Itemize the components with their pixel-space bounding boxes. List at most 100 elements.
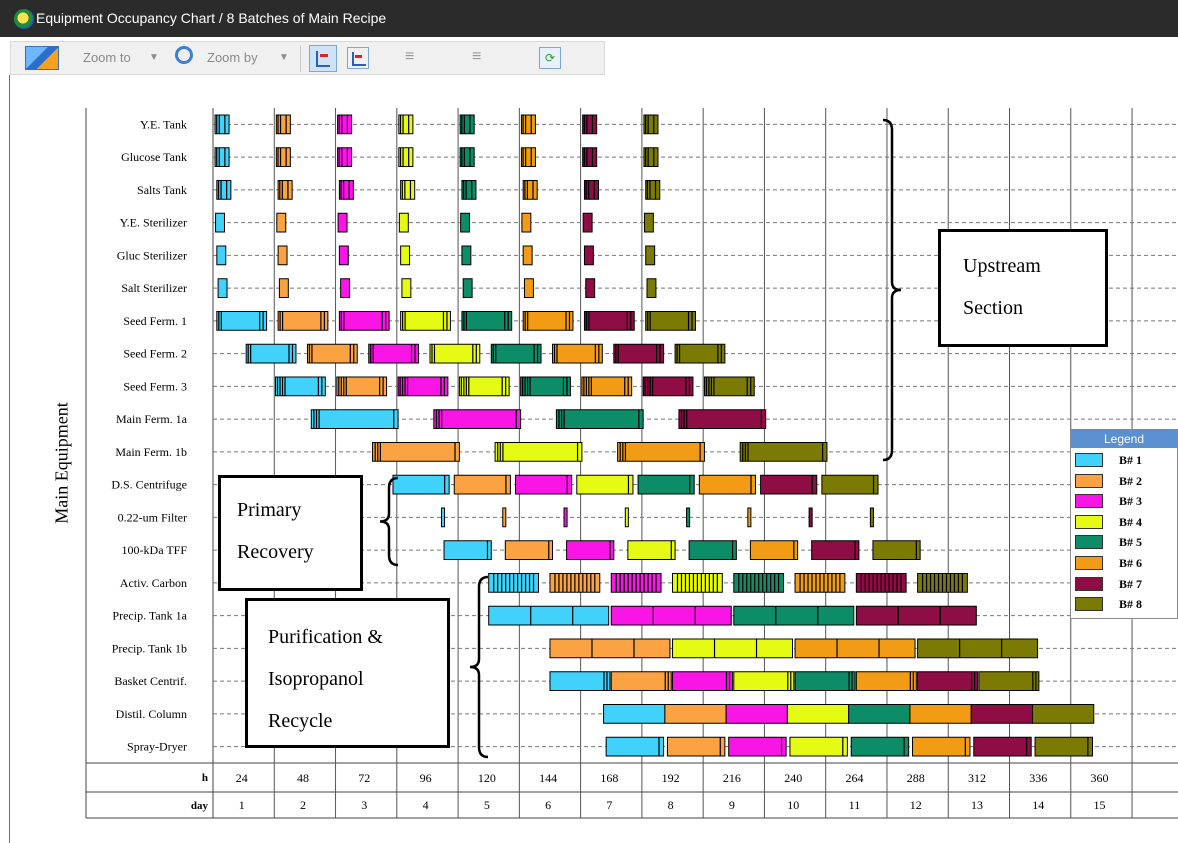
x-tick-label: 72 — [358, 771, 370, 785]
equipment-occupancy-chart: Y.E. Tank Glucose Tank Salts Tank Y.E. Ster… — [85, 108, 1178, 819]
legend-label: B# 6 — [1119, 556, 1143, 570]
occupancy-bar — [733, 605, 855, 626]
day-tick-label: 12 — [910, 798, 922, 812]
occupancy-bar — [739, 442, 828, 462]
occupancy-bar — [549, 671, 611, 691]
occupancy-bar — [563, 507, 568, 528]
primary-line-2: Recovery — [237, 541, 314, 563]
legend-swatch — [1075, 494, 1103, 509]
x-tick-label: 336 — [1029, 771, 1047, 785]
day-tick-label: 15 — [1094, 798, 1106, 812]
day-tick-label: 5 — [484, 798, 490, 812]
occupancy-bar — [494, 442, 583, 462]
occupancy-bar — [909, 704, 972, 724]
occupancy-bar — [698, 474, 756, 495]
occupancy-bar — [440, 507, 446, 528]
purification-line-2: Isopropanol — [268, 668, 364, 690]
equipment-label: Precip. Tank 1b — [112, 641, 187, 655]
purification-line-1: Purification & — [268, 626, 383, 648]
legend-item: B# 7 — [1075, 576, 1175, 592]
occupancy-bar — [973, 736, 1032, 757]
occupancy-bar — [400, 245, 411, 266]
x-tick-label: 240 — [784, 771, 802, 785]
x-unit-label: h — [202, 772, 208, 784]
x-tick-label: 48 — [297, 771, 309, 785]
x-tick-label: 24 — [236, 771, 248, 785]
day-tick-label: 11 — [849, 798, 861, 812]
occupancy-bar — [461, 245, 472, 266]
occupancy-bar — [1031, 704, 1095, 724]
day-tick-label: 1 — [239, 798, 245, 812]
occupancy-bar — [462, 278, 473, 298]
occupancy-bar — [911, 736, 971, 757]
occupancy-bar — [276, 212, 287, 233]
equipment-label: Precip. Tank 1a — [112, 609, 187, 623]
x-tick-label: 192 — [662, 771, 680, 785]
primary-recovery-label: Primary Recovery — [218, 475, 363, 591]
occupancy-bar — [583, 245, 594, 266]
legend-swatch — [1075, 473, 1103, 488]
x-tick-label: 288 — [907, 771, 925, 785]
legend-item: B# 5 — [1075, 534, 1175, 550]
day-tick-label: 2 — [300, 798, 306, 812]
legend-label: B# 5 — [1119, 535, 1143, 550]
occupancy-bar — [453, 474, 511, 495]
occupancy-bar — [310, 409, 399, 429]
day-tick-label: 9 — [729, 798, 735, 812]
occupancy-bar — [216, 245, 227, 266]
occupancy-bar — [637, 474, 695, 495]
equipment-label: Seed Ferm. 1 — [123, 314, 187, 328]
occupancy-bar — [811, 540, 860, 560]
day-tick-label: 13 — [971, 798, 983, 812]
occupancy-bar — [917, 638, 1039, 659]
legend-swatch — [1075, 453, 1103, 467]
legend-label: B# 8 — [1119, 597, 1143, 612]
purification-line-3: Recycle — [268, 710, 333, 732]
occupancy-bar — [340, 278, 351, 298]
occupancy-bar — [645, 245, 656, 266]
occupancy-bar — [582, 212, 593, 233]
legend-title: Legend — [1071, 430, 1177, 448]
equipment-label: Y.E. Tank — [140, 117, 187, 131]
occupancy-bar — [443, 540, 492, 560]
equipment-label: 100-kDa TFF — [122, 543, 188, 557]
legend-label: B# 7 — [1119, 576, 1143, 591]
occupancy-bar — [872, 540, 921, 560]
day-tick-label: 4 — [423, 798, 429, 812]
legend-item: B# 2 — [1075, 473, 1175, 489]
day-tick-label: 8 — [668, 798, 674, 812]
occupancy-bar — [555, 409, 644, 429]
occupancy-bar — [850, 736, 910, 757]
occupancy-bar — [643, 212, 654, 233]
legend: Legend B# 1 B# 2 B# 3 B# 4 B# 5 B# 6 B# 7 B# 8 — [1070, 429, 1178, 619]
purification-bracket — [469, 575, 489, 759]
occupancy-bar — [664, 704, 727, 724]
occupancy-bar — [215, 212, 225, 233]
day-tick-label: 14 — [1032, 798, 1044, 812]
equipment-label: Basket Centrif. — [114, 674, 187, 688]
equipment-label: Activ. Carbon — [120, 576, 187, 590]
occupancy-bar — [338, 245, 349, 266]
day-unit-label: day — [191, 800, 209, 812]
occupancy-bar — [617, 442, 705, 462]
occupancy-bar — [978, 671, 1040, 691]
legend-item: B# 6 — [1075, 555, 1175, 571]
occupancy-bar — [794, 671, 856, 691]
upstream-line-1: Upstream — [963, 255, 1041, 277]
occupancy-bar — [855, 605, 977, 626]
occupancy-bar — [488, 605, 610, 626]
equipment-label: 0.22-um Filter — [118, 510, 187, 524]
occupancy-bar — [504, 540, 554, 560]
occupancy-bar — [392, 474, 450, 495]
legend-item: B# 1 — [1075, 452, 1175, 468]
equipment-label: Main Ferm. 1a — [116, 412, 188, 426]
equipment-label: Seed Ferm. 3 — [123, 379, 187, 393]
occupancy-bar — [821, 474, 879, 495]
occupancy-bar — [794, 638, 916, 659]
x-tick-label: 144 — [539, 771, 557, 785]
occupancy-bar — [605, 736, 665, 757]
occupancy-bar — [372, 442, 460, 462]
occupancy-bar — [549, 638, 671, 659]
occupancy-bar — [585, 278, 596, 298]
occupancy-bar — [688, 540, 737, 560]
